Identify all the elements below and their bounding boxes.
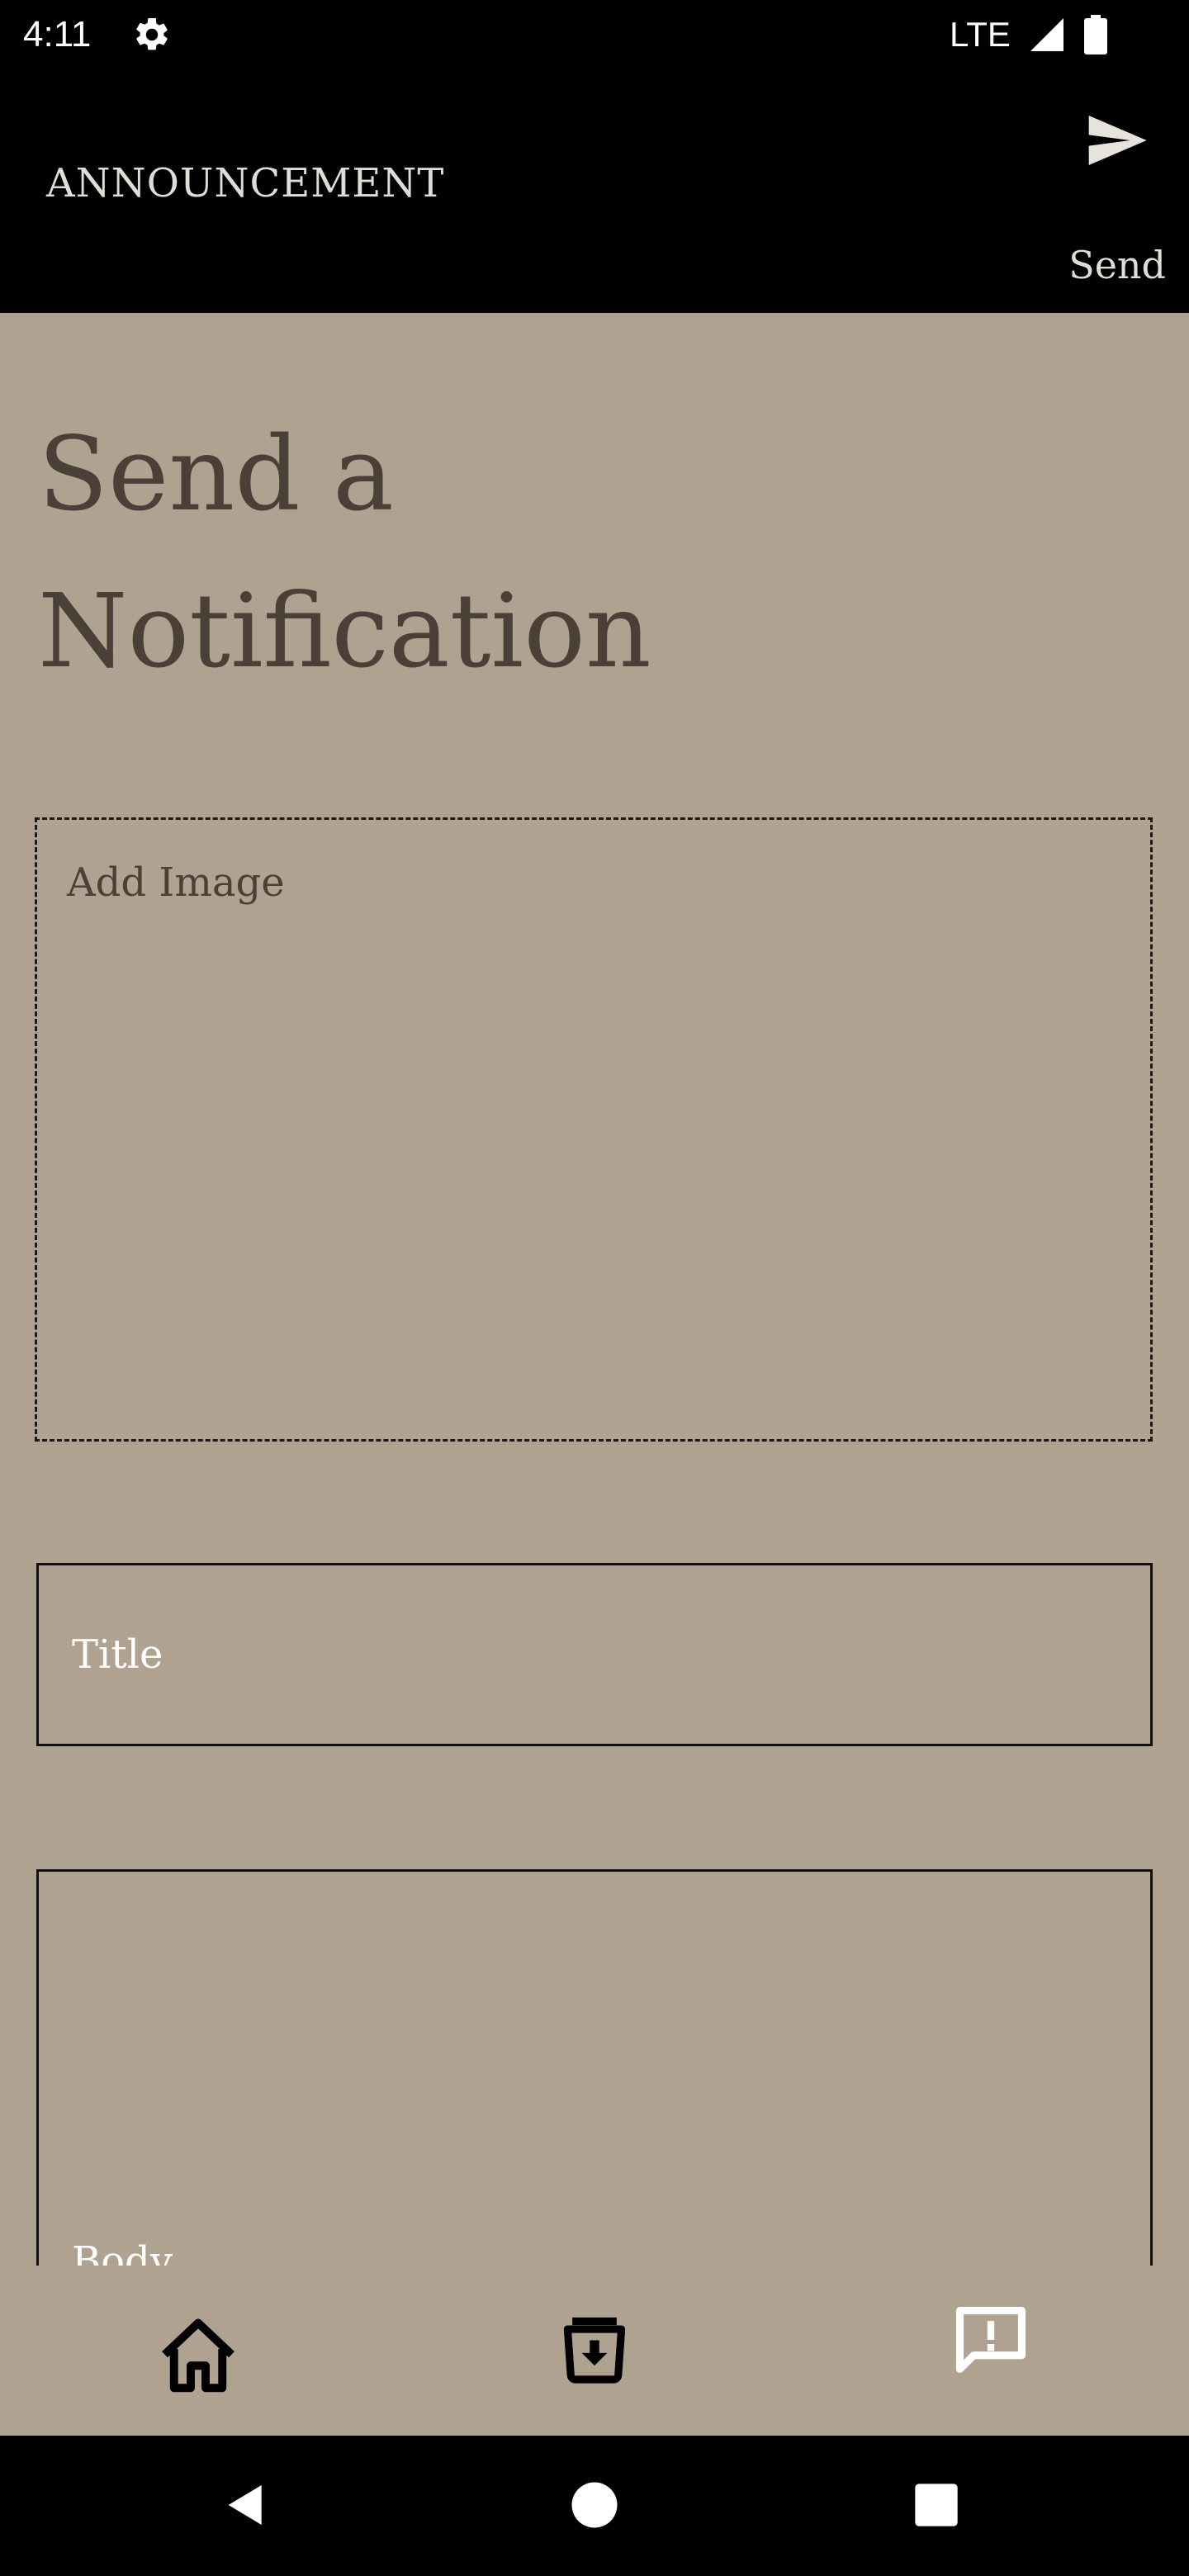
home-circle-icon[interactable] xyxy=(570,2480,619,2530)
send-icon xyxy=(1088,116,1147,165)
recents-icon[interactable] xyxy=(913,2482,959,2528)
signal-icon xyxy=(1030,18,1063,51)
add-image-label: Add Image xyxy=(67,859,285,906)
page-title: Send a Notification xyxy=(38,415,651,691)
body-field[interactable]: Body xyxy=(36,1869,1153,2266)
system-navigation-bar xyxy=(0,2436,1189,2576)
nav-announcement[interactable] xyxy=(793,2266,1189,2436)
network-type: LTE xyxy=(950,15,1011,54)
archive-icon xyxy=(563,2317,626,2384)
gear-icon xyxy=(136,17,168,50)
send-button[interactable]: Send xyxy=(1067,102,1166,287)
battery-icon xyxy=(1084,15,1107,54)
nav-home[interactable] xyxy=(0,2266,396,2436)
back-icon[interactable] xyxy=(220,2479,272,2531)
title-field[interactable]: Title xyxy=(36,1563,1153,1746)
home-icon xyxy=(162,2318,234,2393)
add-image-area[interactable]: Add Image xyxy=(35,817,1153,1442)
announcement-icon xyxy=(955,2307,1026,2373)
nav-archive[interactable] xyxy=(396,2266,793,2436)
status-bar: 4:11 LTE xyxy=(0,0,1189,69)
app-bar: ANNOUNCEMENT Send xyxy=(0,69,1189,313)
title-placeholder: Title xyxy=(72,1631,163,1678)
status-time: 4:11 xyxy=(23,14,92,54)
body-field-clip: Body xyxy=(39,1872,1150,2266)
send-label: Send xyxy=(1068,243,1166,287)
app-title: ANNOUNCEMENT xyxy=(46,160,445,206)
body-placeholder: Body xyxy=(72,2238,173,2266)
bottom-navigation xyxy=(0,2266,1189,2436)
